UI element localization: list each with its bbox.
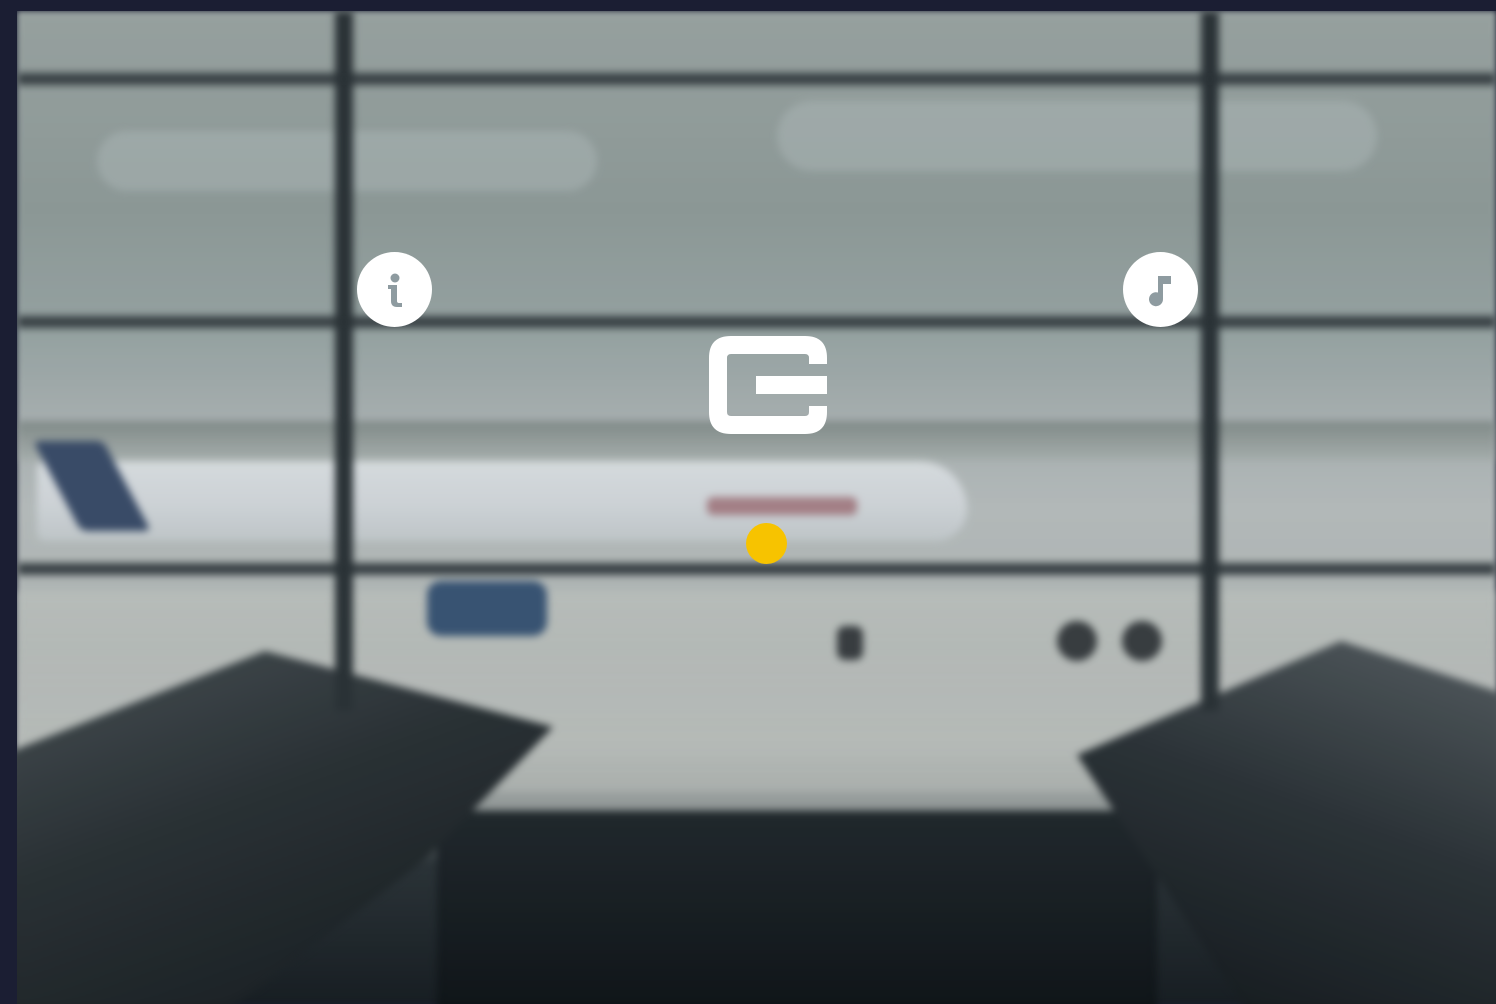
info-button[interactable] [357,252,432,327]
background-scene [17,11,1496,1004]
status-indicator [746,523,787,564]
app-stage [17,11,1496,1004]
brand-logo [709,336,827,434]
music-note-icon [1141,270,1181,310]
music-button[interactable] [1123,252,1198,327]
info-icon [375,270,415,310]
